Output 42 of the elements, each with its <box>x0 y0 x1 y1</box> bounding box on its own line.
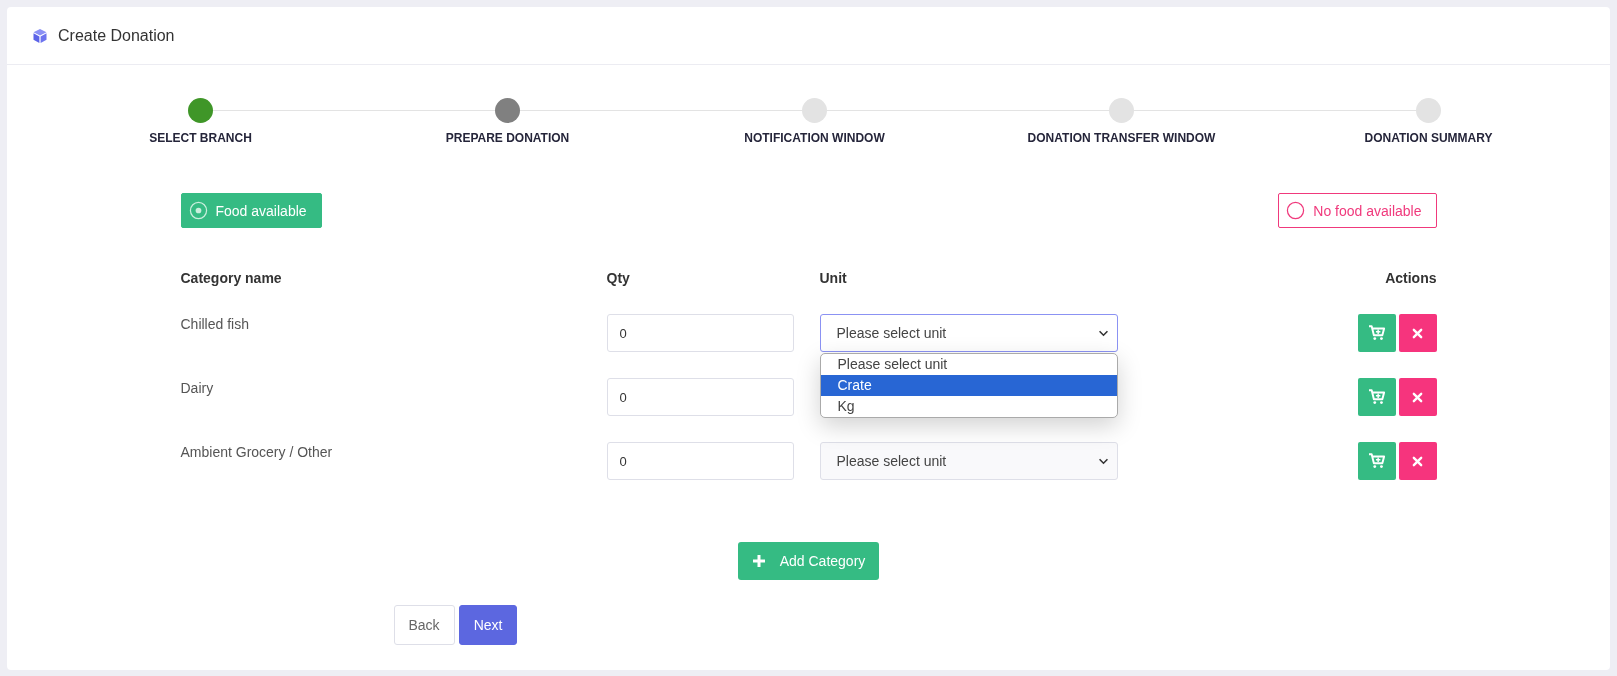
cube-icon <box>32 27 48 44</box>
radio-icon <box>188 201 208 220</box>
step-label: DONATION TRANSFER WINDOW <box>1027 131 1216 145</box>
remove-button[interactable] <box>1398 442 1437 480</box>
dropdown-option[interactable]: Please select unit <box>820 354 1117 375</box>
category-name: Ambient Grocery / Other <box>180 444 334 460</box>
page-title: Create Donation <box>58 26 175 45</box>
next-button[interactable]: Next <box>458 605 518 645</box>
step-label: PREPARE DONATION <box>445 131 570 145</box>
chevron-down-icon <box>1097 329 1109 337</box>
radio-icon <box>1286 201 1306 220</box>
add-to-cart-button[interactable] <box>1357 378 1396 416</box>
cart-plus-icon <box>1367 325 1386 341</box>
add-to-cart-button[interactable] <box>1357 442 1396 480</box>
column-header: Qty <box>606 270 631 286</box>
remove-button[interactable] <box>1398 314 1437 352</box>
step-label: DONATION SUMMARY <box>1364 131 1493 145</box>
back-button[interactable]: Back <box>393 605 455 645</box>
step-label: NOTIFICATION WINDOW <box>744 131 885 145</box>
chevron-down-icon <box>1097 457 1109 465</box>
column-header: Actions <box>1384 270 1437 286</box>
dropdown-option[interactable]: Kg <box>820 396 1117 417</box>
close-icon <box>1412 455 1423 467</box>
column-header: Category name <box>180 270 283 286</box>
cart-plus-icon <box>1367 389 1386 405</box>
category-name: Dairy <box>180 380 215 396</box>
remove-button[interactable] <box>1398 378 1437 416</box>
qty-input[interactable]: 0 <box>606 314 794 352</box>
availability-option[interactable]: No food available <box>1278 193 1437 228</box>
qty-input[interactable]: 0 <box>606 378 794 416</box>
close-icon <box>1412 391 1423 403</box>
close-icon <box>1412 327 1423 339</box>
step-label: SELECT BRANCH <box>149 131 252 145</box>
dropdown-option[interactable]: Crate <box>820 375 1117 396</box>
unit-select[interactable]: Please select unit <box>819 442 1118 480</box>
add-to-cart-button[interactable] <box>1357 314 1396 352</box>
column-header: Unit <box>819 270 848 286</box>
qty-input[interactable]: 0 <box>606 442 794 480</box>
category-name: Chilled fish <box>180 316 250 332</box>
unit-select[interactable]: Please select unit <box>819 314 1118 352</box>
cart-plus-icon <box>1367 453 1386 469</box>
plus-icon <box>751 554 766 568</box>
